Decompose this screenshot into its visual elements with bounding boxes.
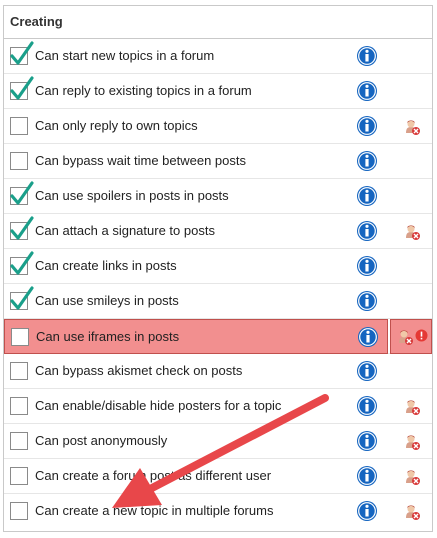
user-restricted-icon[interactable] [403,118,421,136]
permission-side-cell [390,144,432,179]
permission-label[interactable]: Can only reply to own topics [35,118,198,133]
permission-main-cell: Can start new topics in a forum [4,39,388,74]
user-restricted-icon[interactable] [396,328,414,346]
info-icon[interactable] [356,430,378,452]
permission-checkbox[interactable] [10,41,34,65]
permission-label[interactable]: Can create a forum post as different use… [35,468,271,483]
user-restricted-icon[interactable] [403,223,421,241]
permission-checkbox[interactable] [10,502,28,520]
permission-label[interactable]: Can bypass akismet check on posts [35,363,242,378]
permission-row: Can bypass wait time between posts [4,144,432,179]
permission-checkbox[interactable] [10,286,34,310]
permission-label[interactable]: Can use spoilers in posts in posts [35,188,229,203]
permission-checkbox[interactable] [10,181,34,205]
permission-row: Can create a forum post as different use… [4,459,432,494]
permission-label[interactable]: Can bypass wait time between posts [35,153,246,168]
info-icon[interactable] [356,290,378,312]
permission-checkbox[interactable] [10,152,28,170]
info-icon[interactable] [356,255,378,277]
permission-main-cell: Can create links in posts [4,249,388,284]
permission-row: Can create links in posts [4,249,432,284]
permission-main-cell: Can reply to existing topics in a forum [4,74,388,109]
permission-label[interactable]: Can use smileys in posts [35,293,179,308]
permission-label[interactable]: Can enable/disable hide posters for a to… [35,398,281,413]
permission-list: Can start new topics in a forum Can reply… [4,39,432,529]
permission-main-cell: Can use spoilers in posts in posts [4,179,388,214]
permission-main-cell: Can bypass wait time between posts [4,144,388,179]
permission-main-cell: Can create a forum post as different use… [4,459,388,494]
info-icon[interactable] [356,395,378,417]
permission-side-cell [390,424,432,459]
permission-side-cell [390,74,432,109]
permission-row: Can bypass akismet check on posts [4,354,432,389]
permission-side-cell [390,284,432,319]
permission-label[interactable]: Can reply to existing topics in a forum [35,83,252,98]
info-icon[interactable] [357,326,379,348]
info-icon[interactable] [356,465,378,487]
permission-checkbox[interactable] [10,251,34,275]
permission-row: Can attach a signature to posts [4,214,432,249]
permission-main-cell: Can create a new topic in multiple forum… [4,494,388,529]
permission-checkbox[interactable] [10,216,34,240]
permission-row: Can use spoilers in posts in posts [4,179,432,214]
permission-label[interactable]: Can create links in posts [35,258,177,273]
info-icon[interactable] [356,45,378,67]
permission-main-cell: Can use iframes in posts [4,319,388,354]
permission-main-cell: Can post anonymously [4,424,388,459]
permission-row: Can create a new topic in multiple forum… [4,494,432,529]
permission-main-cell: Can use smileys in posts [4,284,388,319]
user-restricted-icon[interactable] [403,398,421,416]
user-restricted-icon[interactable] [403,503,421,521]
user-restricted-icon[interactable] [403,433,421,451]
info-icon[interactable] [356,360,378,382]
info-icon[interactable] [356,80,378,102]
permission-checkbox[interactable] [10,432,28,450]
permission-side-cell [390,459,432,494]
permission-row: Can start new topics in a forum [4,39,432,74]
permission-side-cell [390,179,432,214]
permission-row: Can reply to existing topics in a forum [4,74,432,109]
warning-icon[interactable] [415,329,428,342]
permission-side-cell [390,214,432,249]
permission-main-cell: Can only reply to own topics [4,109,388,144]
permission-row: Can use iframes in posts [4,319,432,354]
permission-side-cell [390,389,432,424]
section-title: Creating [4,6,432,39]
permission-checkbox[interactable] [10,117,28,135]
permission-checkbox[interactable] [10,467,28,485]
permission-label[interactable]: Can start new topics in a forum [35,48,214,63]
permission-main-cell: Can attach a signature to posts [4,214,388,249]
permission-row: Can only reply to own topics [4,109,432,144]
info-icon[interactable] [356,500,378,522]
user-restricted-icon[interactable] [403,468,421,486]
permission-main-cell: Can enable/disable hide posters for a to… [4,389,388,424]
permission-main-cell: Can bypass akismet check on posts [4,354,388,389]
permission-label[interactable]: Can create a new topic in multiple forum… [35,503,273,518]
permission-label[interactable]: Can attach a signature to posts [35,223,215,238]
permission-side-cell [390,39,432,74]
permission-label[interactable]: Can post anonymously [35,433,167,448]
permission-side-cell [390,494,432,529]
permission-side-cell [390,319,432,354]
info-icon[interactable] [356,150,378,172]
info-icon[interactable] [356,115,378,137]
permission-side-cell [390,249,432,284]
permission-row: Can enable/disable hide posters for a to… [4,389,432,424]
permission-side-cell [390,354,432,389]
permission-row: Can post anonymously [4,424,432,459]
permission-checkbox[interactable] [11,328,29,346]
permission-checkbox[interactable] [10,397,28,415]
permission-row: Can use smileys in posts [4,284,432,319]
permission-checkbox[interactable] [10,362,28,380]
info-icon[interactable] [356,220,378,242]
permissions-panel: Creating Can start new topics in a forum… [3,5,433,532]
permission-checkbox[interactable] [10,76,34,100]
info-icon[interactable] [356,185,378,207]
permission-side-cell [390,109,432,144]
permission-label[interactable]: Can use iframes in posts [36,329,179,344]
